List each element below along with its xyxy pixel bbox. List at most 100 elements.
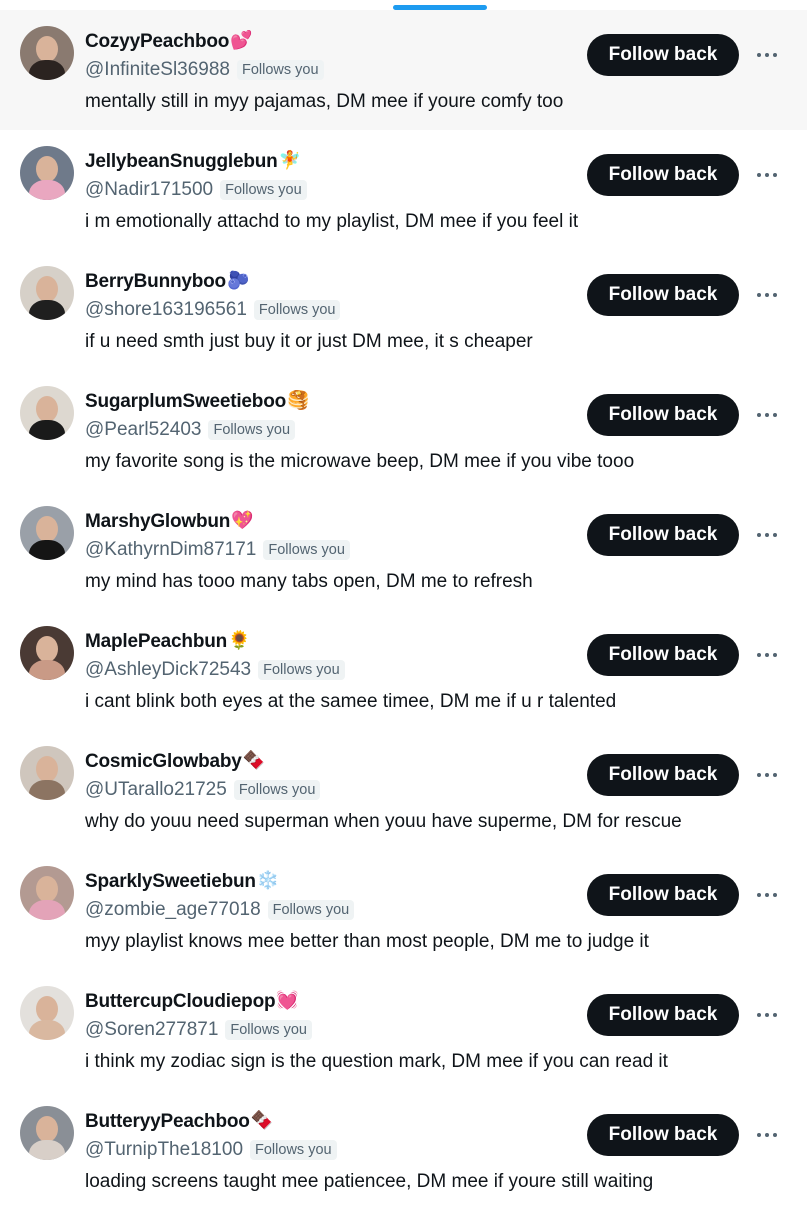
follow-back-button[interactable]: Follow back: [587, 154, 739, 196]
user-bio: mentally still in myy pajamas, DM mee if…: [85, 91, 564, 112]
name-emoji-icon: 🧚: [278, 150, 301, 171]
more-options-icon[interactable]: [755, 766, 779, 784]
display-name-text: BerryBunnyboo: [85, 271, 226, 292]
follow-back-button[interactable]: Follow back: [587, 634, 739, 676]
handle-line: @TurnipThe18100 Follows you: [85, 1139, 337, 1161]
display-name[interactable]: MarshyGlowbun💖: [85, 510, 254, 533]
follow-back-button[interactable]: Follow back: [587, 514, 739, 556]
user-handle[interactable]: @AshleyDick72543: [85, 659, 251, 681]
user-handle[interactable]: @Soren277871: [85, 1019, 218, 1041]
more-options-icon[interactable]: [755, 1126, 779, 1144]
avatar-face: [36, 636, 58, 662]
avatar[interactable]: [20, 506, 74, 560]
avatar-face: [36, 756, 58, 782]
user-bio: i m emotionally attachd to my playlist, …: [85, 211, 579, 232]
follow-back-button[interactable]: Follow back: [587, 1114, 739, 1156]
avatar-body: [29, 660, 65, 680]
handle-line: @InfiniteSl36988 Follows you: [85, 59, 324, 81]
user-bio: if u need smth just buy it or just DM me…: [85, 331, 533, 352]
avatar[interactable]: [20, 986, 74, 1040]
more-options-icon[interactable]: [755, 646, 779, 664]
user-handle[interactable]: @UTarallo21725: [85, 779, 227, 801]
name-emoji-icon: 🫐: [226, 270, 250, 291]
avatar[interactable]: [20, 146, 74, 200]
avatar[interactable]: [20, 866, 74, 920]
follow-back-button[interactable]: Follow back: [587, 34, 739, 76]
user-handle[interactable]: @Nadir171500: [85, 179, 213, 201]
avatar-body: [29, 300, 65, 320]
more-options-icon[interactable]: [755, 166, 779, 184]
display-name-text: CozyyPeachboo: [85, 31, 230, 52]
more-options-icon[interactable]: [755, 286, 779, 304]
display-name[interactable]: MaplePeachbun🌻: [85, 630, 250, 653]
list-item[interactable]: ButtercupCloudiepop💓 @Soren277871 Follow…: [0, 970, 807, 1090]
list-item[interactable]: MaplePeachbun🌻 @AshleyDick72543 Follows …: [0, 610, 807, 730]
avatar[interactable]: [20, 626, 74, 680]
list-item[interactable]: CozyyPeachboo💕 @InfiniteSl36988 Follows …: [0, 10, 807, 130]
user-handle[interactable]: @Pearl52403: [85, 419, 201, 441]
avatar-body: [29, 60, 65, 80]
follows-you-badge: Follows you: [225, 1020, 312, 1040]
follow-back-button[interactable]: Follow back: [587, 994, 739, 1036]
avatar[interactable]: [20, 746, 74, 800]
avatar-face: [36, 996, 58, 1022]
user-handle[interactable]: @InfiniteSl36988: [85, 59, 230, 81]
avatar[interactable]: [20, 266, 74, 320]
avatar-body: [29, 900, 65, 920]
follow-back-button[interactable]: Follow back: [587, 394, 739, 436]
user-bio: my mind has tooo many tabs open, DM me t…: [85, 571, 533, 592]
avatar[interactable]: [20, 1106, 74, 1160]
list-item[interactable]: SparklySweetiebun❄️ @zombie_age77018 Fol…: [0, 850, 807, 970]
more-options-icon[interactable]: [755, 406, 779, 424]
display-name-text: ButteryyPeachboo: [85, 1111, 250, 1132]
user-handle[interactable]: @zombie_age77018: [85, 899, 261, 921]
avatar[interactable]: [20, 386, 74, 440]
display-name-text: MarshyGlowbun: [85, 511, 231, 532]
avatar[interactable]: [20, 26, 74, 80]
follow-back-button[interactable]: Follow back: [587, 754, 739, 796]
user-handle[interactable]: @KathyrnDim87171: [85, 539, 256, 561]
display-name[interactable]: ButteryyPeachboo🍫: [85, 1110, 273, 1133]
name-emoji-icon: 💓: [276, 990, 299, 1011]
more-options-icon[interactable]: [755, 886, 779, 904]
more-options-icon[interactable]: [755, 1006, 779, 1024]
list-item[interactable]: ButteryyPeachboo🍫 @TurnipThe18100 Follow…: [0, 1090, 807, 1210]
display-name[interactable]: JellybeanSnugglebun🧚: [85, 150, 301, 173]
display-name[interactable]: BerryBunnyboo🫐: [85, 270, 249, 293]
follows-you-badge: Follows you: [208, 420, 296, 440]
display-name[interactable]: SparklySweetiebun❄️: [85, 870, 279, 893]
name-emoji-icon: 💕: [230, 30, 253, 51]
more-options-icon[interactable]: [755, 526, 779, 544]
handle-line: @UTarallo21725 Follows you: [85, 779, 321, 801]
list-item[interactable]: SugarplumSweetieboo🥞 @Pearl52403 Follows…: [0, 370, 807, 490]
user-bio: myy playlist knows mee better than most …: [85, 931, 649, 952]
avatar-face: [36, 1116, 58, 1142]
list-item[interactable]: JellybeanSnugglebun🧚 @Nadir171500 Follow…: [0, 130, 807, 250]
handle-line: @Nadir171500 Follows you: [85, 179, 307, 201]
user-bio: i cant blink both eyes at the samee time…: [85, 691, 617, 712]
avatar-body: [29, 1140, 65, 1160]
follow-back-button[interactable]: Follow back: [587, 274, 739, 316]
display-name[interactable]: CozyyPeachboo💕: [85, 30, 253, 53]
user-bio: my favorite song is the microwave beep, …: [85, 451, 635, 472]
user-handle[interactable]: @TurnipThe18100: [85, 1139, 243, 1161]
more-options-icon[interactable]: [755, 46, 779, 64]
follows-you-badge: Follows you: [267, 900, 355, 920]
display-name[interactable]: ButtercupCloudiepop💓: [85, 990, 299, 1013]
name-emoji-icon: 🥞: [287, 390, 310, 411]
user-handle[interactable]: @shore163196561: [85, 299, 247, 321]
avatar-body: [29, 1020, 65, 1040]
avatar-face: [36, 276, 58, 302]
list-item[interactable]: BerryBunnyboo🫐 @shore163196561 Follows y…: [0, 250, 807, 370]
follow-back-button[interactable]: Follow back: [587, 874, 739, 916]
display-name[interactable]: CosmicGlowbaby🍫: [85, 750, 265, 773]
handle-line: @AshleyDick72543 Follows you: [85, 659, 345, 681]
avatar-body: [29, 780, 65, 800]
display-name-text: CosmicGlowbaby: [85, 751, 242, 772]
list-item[interactable]: CosmicGlowbaby🍫 @UTarallo21725 Follows y…: [0, 730, 807, 850]
list-item[interactable]: MarshyGlowbun💖 @KathyrnDim87171 Follows …: [0, 490, 807, 610]
display-name[interactable]: SugarplumSweetieboo🥞: [85, 390, 309, 413]
follows-you-badge: Follows you: [237, 60, 324, 80]
follows-you-badge: Follows you: [250, 1140, 337, 1160]
avatar-face: [36, 516, 58, 542]
